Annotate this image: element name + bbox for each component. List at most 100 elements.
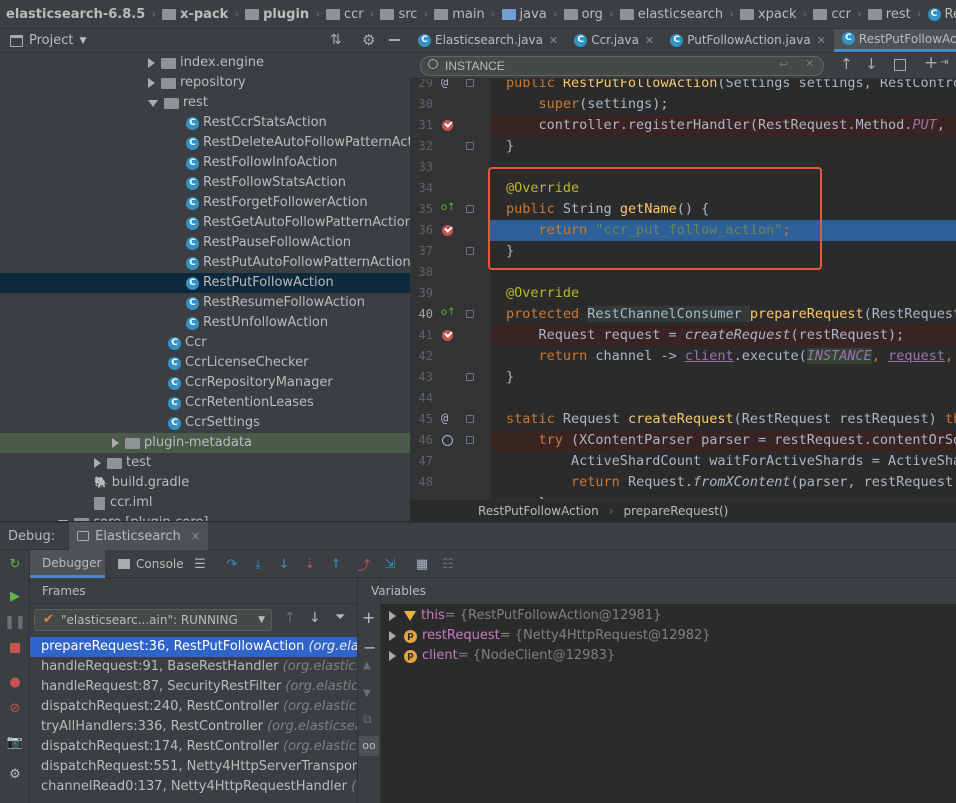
tree-item[interactable]: C Ccr <box>168 333 207 353</box>
variable-row[interactable]: this = {RestPutFollowAction@12981} <box>389 606 661 626</box>
glasses-icon[interactable]: oo <box>359 736 379 756</box>
fold-icon[interactable] <box>466 142 474 150</box>
breadcrumb-class[interactable]: RestPutFollowAction <box>478 504 599 518</box>
previous-occurrence-icon[interactable]: ↑ <box>840 55 853 73</box>
evaluate-expression-icon[interactable]: ▦ <box>414 556 430 572</box>
remove-watch-icon[interactable]: − <box>363 638 376 657</box>
tree-item[interactable]: C CcrSettings <box>168 413 260 433</box>
project-view-selector[interactable]: Project <box>29 33 73 48</box>
step-into-icon[interactable]: ↓ <box>276 556 292 572</box>
tree-item[interactable]: C RestDeleteAutoFollowPatternAction <box>186 133 410 153</box>
stack-frame[interactable]: channelRead0:137, Netty4HttpRequestHandl… <box>30 777 357 797</box>
stack-frame[interactable]: handleRequest:87, SecurityRestFilter (or… <box>30 677 357 697</box>
close-icon[interactable]: ✕ <box>191 530 200 543</box>
tab-restputfollowaction-java[interactable]: CRestPutFollowAction.java <box>833 29 956 52</box>
stack-frame[interactable]: dispatchRequest:174, RestController (org… <box>30 737 357 757</box>
stop-icon[interactable] <box>7 640 23 656</box>
breadcrumb-method[interactable]: prepareRequest() <box>624 504 729 518</box>
stack-frame[interactable]: dispatchRequest:551, Netty4HttpServerTra… <box>30 757 357 777</box>
breadcrumb-item[interactable]: x-pack <box>162 7 228 22</box>
breakpoint-icon[interactable] <box>442 225 453 236</box>
collapsed-arrow-icon[interactable] <box>94 458 101 468</box>
tree-item[interactable]: C RestPauseFollowAction <box>186 233 351 253</box>
hide-panel-icon[interactable] <box>389 39 400 41</box>
stack-frame[interactable]: dispatchRequest:240, RestController (org… <box>30 697 357 717</box>
tree-item[interactable]: C CcrLicenseChecker <box>168 353 308 373</box>
tab-putfollowaction-java[interactable]: C PutFollowAction.java ✕ <box>662 29 834 52</box>
close-icon[interactable]: ✕ <box>549 34 558 47</box>
tree-item[interactable]: C RestFollowInfoAction <box>186 153 337 173</box>
show-execution-point-icon[interactable]: ↷ <box>224 556 240 572</box>
tree-item[interactable]: C RestPutAutoFollowPatternAction <box>186 253 410 273</box>
debug-session-tab[interactable]: Elasticsearch ✕ <box>69 522 208 550</box>
fold-icon[interactable] <box>466 310 474 318</box>
fold-icon[interactable] <box>466 415 474 423</box>
tree-item[interactable]: rest <box>148 93 208 113</box>
stack-frame[interactable]: handleRequest:91, BaseRestHandler (org.e… <box>30 657 357 677</box>
tree-item[interactable]: C RestForgetFollowerAction <box>186 193 368 213</box>
camera-icon[interactable]: 📷 <box>7 734 23 750</box>
tree-item[interactable]: C CcrRepositoryManager <box>168 373 333 393</box>
tab-console[interactable]: Console <box>118 550 184 578</box>
breadcrumb-item[interactable]: plugin <box>245 7 309 22</box>
tree-item[interactable]: plugin-metadata <box>0 433 410 453</box>
clear-search-icon[interactable]: ✕ <box>805 57 814 70</box>
variable-row[interactable]: p client = {NodeClient@12983} <box>389 646 615 666</box>
fold-icon[interactable] <box>466 436 474 444</box>
gear-icon[interactable]: ⚙ <box>362 31 375 49</box>
breadcrumb-item[interactable]: rest <box>867 7 911 22</box>
collapsed-arrow-icon[interactable] <box>389 611 396 621</box>
search-input[interactable] <box>445 58 785 74</box>
tab-debugger[interactable]: Debugger <box>30 550 105 578</box>
tree-item[interactable]: ccr.iml <box>94 493 152 513</box>
tree-item[interactable]: C RestPutFollowAction <box>0 273 410 293</box>
tab-ccr-java[interactable]: C Ccr.java ✕ <box>566 29 662 52</box>
breadcrumb-item[interactable]: elasticsearch <box>619 7 723 22</box>
tree-item[interactable]: C RestUnfollowAction <box>186 313 328 333</box>
breadcrumb-item[interactable]: org <box>563 7 603 22</box>
run-to-cursor-icon[interactable]: ⇲ <box>382 556 398 572</box>
mute-breakpoints-icon[interactable]: ⊘ <box>7 700 23 716</box>
override-method-icon[interactable]: o↑ <box>441 202 456 213</box>
tree-item[interactable]: test <box>94 453 151 473</box>
arrow-down-icon[interactable]: ↓ <box>309 610 321 626</box>
tree-item[interactable]: C RestCcrStatsAction <box>186 113 327 133</box>
breadcrumb-item[interactable]: CRestPutFollowAction <box>927 7 956 22</box>
override-method-icon[interactable]: o↑ <box>441 307 456 318</box>
fold-icon[interactable] <box>466 79 474 87</box>
fold-icon[interactable] <box>466 205 474 213</box>
fold-icon[interactable] <box>466 247 474 255</box>
breadcrumb-item[interactable]: ccr <box>325 7 364 22</box>
trace-icon[interactable]: ☷ <box>440 556 456 572</box>
settings-icon[interactable]: ⚙ <box>7 766 23 782</box>
pause-icon[interactable]: ❚❚ <box>4 614 26 630</box>
step-over-icon[interactable]: ⤓ <box>250 556 266 572</box>
breadcrumb-root[interactable]: elasticsearch-6.8.5 <box>6 7 145 22</box>
breadcrumb-item[interactable]: xpack <box>739 7 797 22</box>
close-icon[interactable]: ✕ <box>645 34 654 47</box>
resume-icon[interactable]: ▶ <box>7 588 23 604</box>
drop-frame-icon[interactable]: ⤴ <box>356 556 372 574</box>
expanded-arrow-icon[interactable] <box>148 99 158 107</box>
collapsed-arrow-icon[interactable] <box>148 78 155 88</box>
code-editor[interactable]: public RestPutFollowAction(Settings sett… <box>490 79 956 499</box>
tree-item[interactable]: C CcrRetentionLeases <box>168 393 314 413</box>
add-occurrence-icon[interactable]: + <box>924 53 938 73</box>
filter-icon[interactable]: ⏷ <box>335 610 345 625</box>
next-occurrence-icon[interactable]: ↓ <box>865 55 878 73</box>
menu-icon[interactable]: ☰ <box>192 556 208 572</box>
tree-item[interactable]: 🐘 build.gradle <box>94 473 189 493</box>
tab-elasticsearch-java[interactable]: C Elasticsearch.java ✕ <box>410 29 566 52</box>
add-watch-icon[interactable]: + <box>362 608 375 627</box>
stack-frame[interactable]: tryAllHandlers:336, RestController (org.… <box>30 717 357 737</box>
close-icon[interactable]: ✕ <box>817 34 826 47</box>
arrow-up-icon[interactable]: ↑ <box>284 610 296 626</box>
find-options-icon[interactable]: ⇥ <box>940 57 948 68</box>
force-step-into-icon[interactable]: ⇣ <box>302 556 318 572</box>
breadcrumb-item[interactable]: main <box>434 7 485 22</box>
breadcrumb-item[interactable]: java <box>501 7 547 22</box>
step-out-icon[interactable]: ↑ <box>328 556 344 572</box>
tree-item[interactable]: repository <box>148 73 246 93</box>
view-breakpoints-icon[interactable]: ● <box>7 674 23 690</box>
variable-row[interactable]: p restRequest = {Netty4HttpRequest@12982} <box>389 626 711 646</box>
